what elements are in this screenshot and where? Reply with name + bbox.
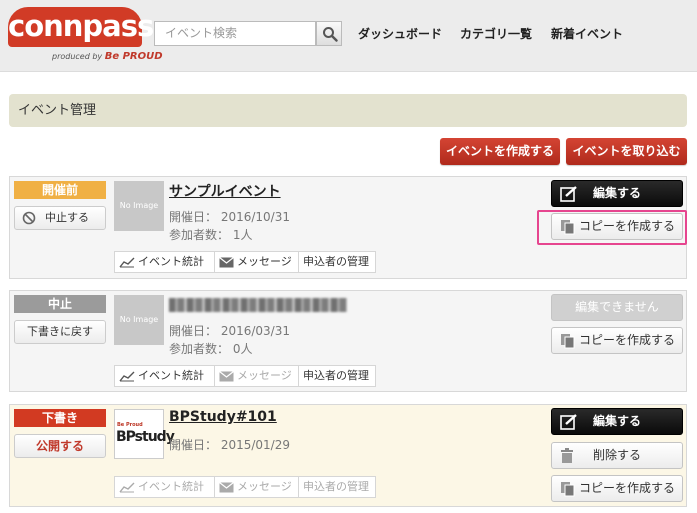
create-event-button[interactable]: イベントを作成する [440, 138, 560, 165]
tab-event-stats[interactable]: イベント統計 [115, 366, 215, 386]
cancel-event-button[interactable]: 中止する [14, 206, 106, 230]
cancel-label: 中止する [45, 211, 89, 224]
event-thumbnail[interactable]: No Image [114, 295, 164, 345]
edit-label: 編集する [592, 186, 641, 200]
event-date: 開催日： 2016/10/31 [169, 210, 290, 224]
tab-event-stats: イベント統計 [115, 477, 215, 497]
nav-dashboard[interactable]: ダッシュボード [358, 25, 442, 42]
page-title: イベント管理 [9, 94, 687, 127]
tab-label: イベント統計 [138, 255, 204, 268]
copy-event-button[interactable]: コピーを作成する [551, 213, 683, 240]
copy-event-button[interactable]: コピーを作成する [551, 327, 683, 354]
chart-icon [119, 482, 135, 493]
tab-applicants[interactable]: 申込者の管理 [299, 366, 375, 386]
tab-label: メッセージ [237, 369, 292, 382]
tab-applicants: 申込者の管理 [299, 477, 375, 497]
delete-button[interactable]: 削除する [551, 442, 683, 469]
tab-label: メッセージ [237, 255, 292, 268]
edit-label: 編集する [592, 414, 641, 428]
delete-label: 削除する [592, 448, 641, 462]
tab-applicants[interactable]: 申込者の管理 [299, 252, 375, 272]
event-thumbnail[interactable]: No Image [114, 181, 164, 231]
event-date: 開催日： 2015/01/29 [169, 438, 290, 452]
event-tabs: イベント統計 メッセージ 申込者の管理 [114, 365, 376, 387]
site-header: connpass produced by Be PROUD イベント検索 ダッシ… [0, 0, 697, 72]
copy-icon [561, 334, 575, 349]
connpass-logo[interactable]: connpass [8, 7, 154, 47]
tab-label: イベント統計 [138, 480, 204, 493]
edit-icon [560, 414, 577, 430]
envelope-icon [219, 482, 234, 493]
status-badge: 中止 [14, 295, 106, 313]
edit-disabled-button: 編集できません [551, 294, 683, 321]
chart-icon [119, 257, 135, 268]
event-participants: 参加者数： 0人 [169, 342, 253, 356]
tab-label: メッセージ [237, 480, 292, 493]
edit-button[interactable]: 編集する [551, 408, 683, 435]
tab-label: 申込者の管理 [303, 255, 369, 268]
publish-button[interactable]: 公開する [14, 434, 106, 458]
event-tabs: イベント統計 メッセージ 申込者の管理 [114, 476, 376, 498]
search-button[interactable] [316, 21, 342, 46]
event-thumbnail[interactable]: Be Proud BPstudy [114, 409, 175, 459]
event-title-link[interactable]: BPStudy#101 [169, 409, 277, 425]
event-title-blurred[interactable] [169, 298, 347, 312]
copy-label: コピーを作成する [578, 481, 675, 495]
nav-new-events[interactable]: 新着イベント [551, 25, 623, 42]
revert-to-draft-button[interactable]: 下書きに戻す [14, 320, 106, 344]
tab-event-stats[interactable]: イベント統計 [115, 252, 215, 272]
status-badge: 開催前 [14, 181, 106, 199]
envelope-icon [219, 257, 234, 268]
tab-label: 申込者の管理 [303, 480, 369, 493]
thumb-logo-text: BPstudy [116, 429, 175, 445]
tab-message: メッセージ [215, 477, 299, 497]
event-date: 開催日： 2016/03/31 [169, 324, 290, 338]
copy-icon [561, 220, 575, 235]
tab-label: イベント統計 [138, 369, 204, 382]
trash-icon [561, 448, 573, 463]
logo-tagline: produced by Be PROUD [52, 51, 163, 62]
nav-categories[interactable]: カテゴリ一覧 [460, 25, 532, 42]
copy-label: コピーを作成する [578, 219, 675, 233]
ban-icon [22, 211, 36, 225]
copy-event-button[interactable]: コピーを作成する [551, 475, 683, 502]
event-card-sample: 開催前 中止する No Image サンプルイベント 開催日： 2016/10/… [9, 176, 687, 279]
tab-message[interactable]: メッセージ [215, 252, 299, 272]
event-card-cancelled: 中止 下書きに戻す No Image 開催日： 2016/03/31 参加者数：… [9, 290, 687, 392]
search-icon [323, 27, 338, 42]
chart-icon [119, 371, 135, 382]
event-tabs: イベント統計 メッセージ 申込者の管理 [114, 251, 376, 273]
event-participants: 参加者数： 1人 [169, 228, 253, 242]
tab-label: 申込者の管理 [303, 369, 369, 382]
import-event-button[interactable]: イベントを取り込む [566, 138, 687, 165]
tab-message: メッセージ [215, 366, 299, 386]
copy-label: コピーを作成する [578, 333, 675, 347]
copy-icon [561, 482, 575, 497]
status-badge: 下書き [14, 409, 106, 427]
edit-icon [560, 186, 577, 202]
bp-brand: Be PROUD [104, 51, 163, 62]
tagline-text: produced by [52, 52, 103, 61]
search-input[interactable]: イベント検索 [154, 21, 316, 46]
event-title-link[interactable]: サンプルイベント [169, 181, 281, 201]
edit-button[interactable]: 編集する [551, 180, 683, 207]
event-card-draft: 下書き 公開する Be Proud BPstudy BPStudy#101 開催… [9, 404, 687, 507]
envelope-icon [219, 371, 234, 382]
